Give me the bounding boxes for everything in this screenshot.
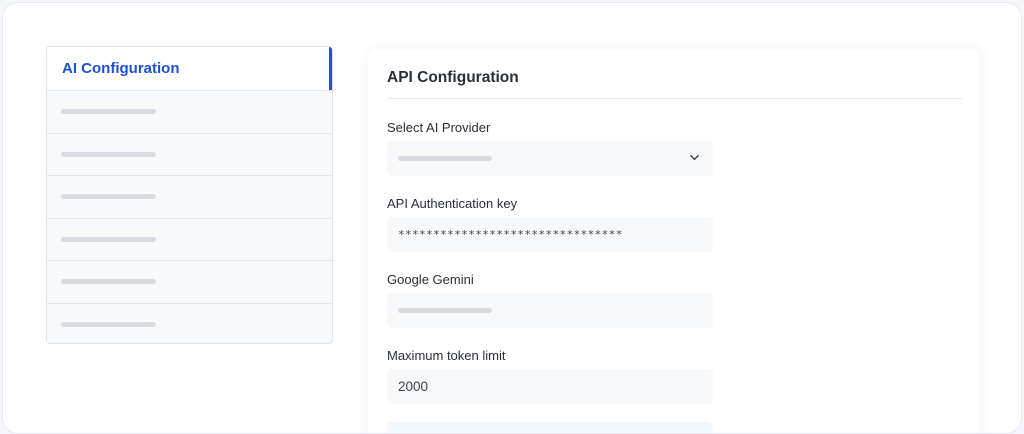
provider-select-placeholder: [398, 156, 492, 161]
chevron-down-icon: [690, 154, 699, 161]
provider-label: Select AI Provider: [387, 120, 491, 135]
auth-key-input[interactable]: ********************************: [387, 217, 713, 252]
sidebar-item[interactable]: [47, 175, 332, 218]
auth-key-value: ********************************: [398, 228, 623, 241]
gemini-label: Google Gemini: [387, 272, 474, 287]
sidebar-item-label: AI Configuration: [62, 60, 180, 77]
panel-title: API Configuration: [387, 69, 519, 86]
sidebar-item[interactable]: [47, 217, 332, 261]
sidebar-item[interactable]: [47, 260, 332, 303]
sidebar-item-placeholder: [61, 151, 156, 157]
api-configuration-panel: API Configuration Select AI Provider API…: [368, 49, 979, 433]
active-indicator: [329, 47, 332, 90]
gemini-input-placeholder: [398, 308, 492, 313]
app-frame: AI Configuration API Configuration Selec…: [2, 2, 1022, 434]
gemini-input[interactable]: [387, 293, 713, 328]
token-limit-label: Maximum token limit: [387, 348, 506, 363]
token-limit-input[interactable]: 2000: [387, 369, 713, 404]
sidebar-item[interactable]: [47, 302, 332, 344]
sidebar-item-placeholder: [61, 321, 156, 327]
save-button[interactable]: [387, 422, 713, 433]
sidebar-item-placeholder: [61, 279, 156, 285]
sidebar-item-placeholder: [61, 109, 156, 115]
divider: [387, 98, 962, 99]
sidebar-item-placeholder: [61, 194, 156, 200]
sidebar-item[interactable]: [47, 90, 332, 133]
sidebar-item-ai-configuration[interactable]: AI Configuration: [47, 47, 332, 90]
sidebar-item[interactable]: [47, 132, 332, 176]
auth-key-label: API Authentication key: [387, 196, 518, 211]
provider-select[interactable]: [387, 141, 713, 176]
token-limit-value: 2000: [398, 379, 429, 394]
sidebar: AI Configuration: [46, 46, 333, 344]
sidebar-item-placeholder: [61, 236, 156, 242]
